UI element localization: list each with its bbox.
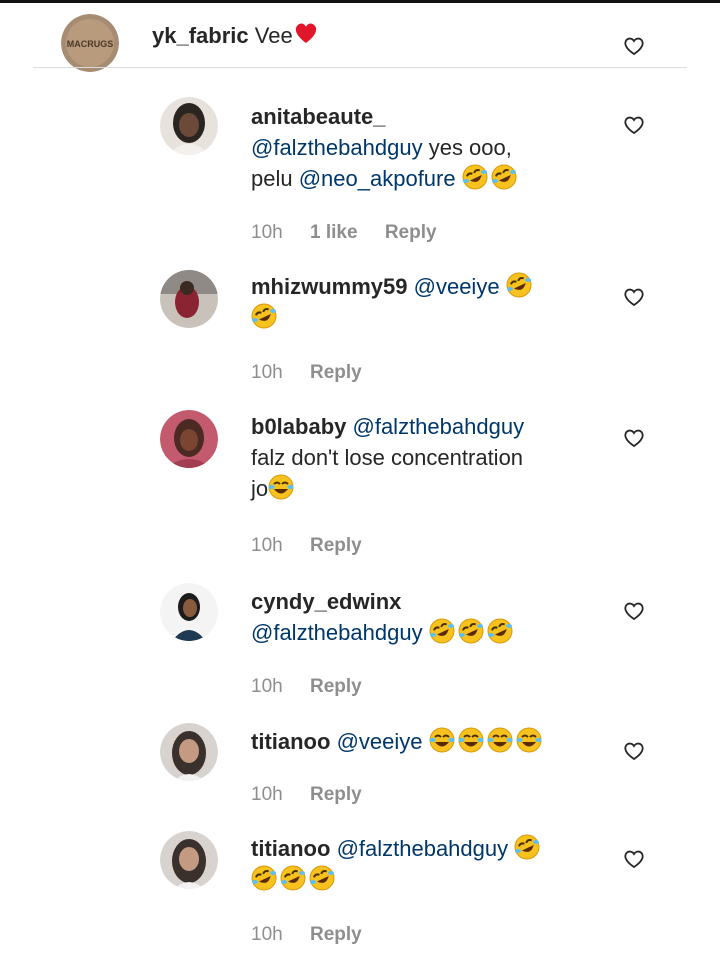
comment-meta: 10h Reply <box>251 535 384 557</box>
rofl-emoji <box>486 618 513 644</box>
like-heart-icon[interactable] <box>623 115 645 135</box>
comment-body-line3: jo <box>251 476 269 501</box>
rofl-emoji <box>280 865 306 891</box>
user-photo-avatar <box>160 410 218 468</box>
brand-logo-avatar: MACRUGS <box>61 14 119 72</box>
username[interactable]: b0lababy <box>251 414 346 439</box>
username[interactable]: cyndy_edwinx <box>251 589 401 614</box>
comment-meta: 10h Reply <box>251 784 384 806</box>
username[interactable]: mhizwummy59 <box>251 274 408 299</box>
joy-emoji <box>515 727 542 753</box>
mention-link[interactable]: @veeiye <box>414 274 500 299</box>
username[interactable]: titianoo <box>251 836 330 861</box>
comment-text: titianoo @veeiye <box>251 726 545 757</box>
avatar[interactable] <box>160 723 218 781</box>
rofl-emoji <box>461 164 488 190</box>
rofl-emoji <box>457 618 484 644</box>
timestamp: 10h <box>251 784 283 805</box>
joy-emoji <box>428 727 455 753</box>
rofl-emoji <box>490 164 517 190</box>
comment-text: titianoo @falzthebahdguy <box>251 833 543 895</box>
mention-link[interactable]: @falzthebahdguy <box>353 414 525 439</box>
user-photo-avatar <box>160 723 218 781</box>
red-heart-emoji <box>293 20 319 46</box>
timestamp: 10h <box>251 362 283 383</box>
avatar[interactable] <box>160 410 218 468</box>
like-heart-icon[interactable] <box>623 287 645 307</box>
timestamp: 10h <box>251 924 283 945</box>
like-heart-icon[interactable] <box>623 36 645 56</box>
timestamp: 10h <box>251 222 283 243</box>
comment-body-line2: pelu <box>251 166 293 191</box>
reply-button[interactable]: Reply <box>385 222 437 243</box>
mention-link[interactable]: @veeiye <box>337 729 423 754</box>
rofl-emoji <box>514 834 541 860</box>
comment-meta: 10h 1 like Reply <box>251 222 459 244</box>
comment-text: b0lababy @falzthebahdguy falz don't lose… <box>251 411 524 504</box>
comment-meta: 10h Reply <box>251 676 384 698</box>
comment-text: mhizwummy59 @veeiye <box>251 271 535 333</box>
avatar[interactable]: MACRUGS <box>61 14 119 72</box>
timestamp: 10h <box>251 535 283 556</box>
comment-text: anitabeaute_ @falzthebahdguy yes ooo, pe… <box>251 101 520 194</box>
rofl-emoji <box>309 865 335 891</box>
username[interactable]: anitabeaute_ <box>251 104 386 129</box>
comment-body: Vee <box>254 23 293 48</box>
likes-count[interactable]: 1 like <box>310 222 358 243</box>
username[interactable]: yk_fabric <box>152 23 249 48</box>
mention-link[interactable]: @neo_akpofure <box>299 166 456 191</box>
avatar-logo-text: MACRUGS <box>67 39 114 49</box>
mention-link[interactable]: @falzthebahdguy <box>251 620 423 645</box>
reply-button[interactable]: Reply <box>310 784 362 805</box>
avatar[interactable] <box>160 831 218 889</box>
rofl-emoji <box>251 303 277 329</box>
like-heart-icon[interactable] <box>623 741 645 761</box>
rofl-emoji <box>505 272 532 298</box>
comment-meta: 10h Reply <box>251 362 384 384</box>
comment-body: falz don't lose concentration <box>251 445 524 470</box>
joy-emoji <box>268 474 295 500</box>
user-photo-avatar <box>160 831 218 889</box>
timestamp: 10h <box>251 676 283 697</box>
reply-button[interactable]: Reply <box>310 362 362 383</box>
comment-body: yes ooo, <box>428 135 512 160</box>
top-bar <box>0 0 720 3</box>
rofl-emoji <box>251 865 277 891</box>
joy-emoji <box>486 727 513 753</box>
avatar[interactable] <box>160 270 218 328</box>
like-heart-icon[interactable] <box>623 601 645 621</box>
user-photo-avatar <box>160 97 218 155</box>
comment-meta: 10h Reply <box>251 924 384 946</box>
comment-text: cyndy_edwinx @falzthebahdguy <box>251 586 516 648</box>
like-heart-icon[interactable] <box>623 428 645 448</box>
avatar[interactable] <box>160 583 218 641</box>
reply-button[interactable]: Reply <box>310 924 362 945</box>
reply-button[interactable]: Reply <box>310 535 362 556</box>
mention-link[interactable]: @falzthebahdguy <box>251 135 423 160</box>
user-photo-avatar <box>160 583 218 641</box>
comment-text: yk_fabric Vee <box>152 20 322 51</box>
rofl-emoji <box>428 618 455 644</box>
joy-emoji <box>457 727 484 753</box>
like-heart-icon[interactable] <box>623 849 645 869</box>
username[interactable]: titianoo <box>251 729 330 754</box>
reply-button[interactable]: Reply <box>310 676 362 697</box>
divider <box>33 67 687 68</box>
user-photo-avatar <box>160 270 218 328</box>
avatar[interactable] <box>160 97 218 155</box>
mention-link[interactable]: @falzthebahdguy <box>337 836 509 861</box>
